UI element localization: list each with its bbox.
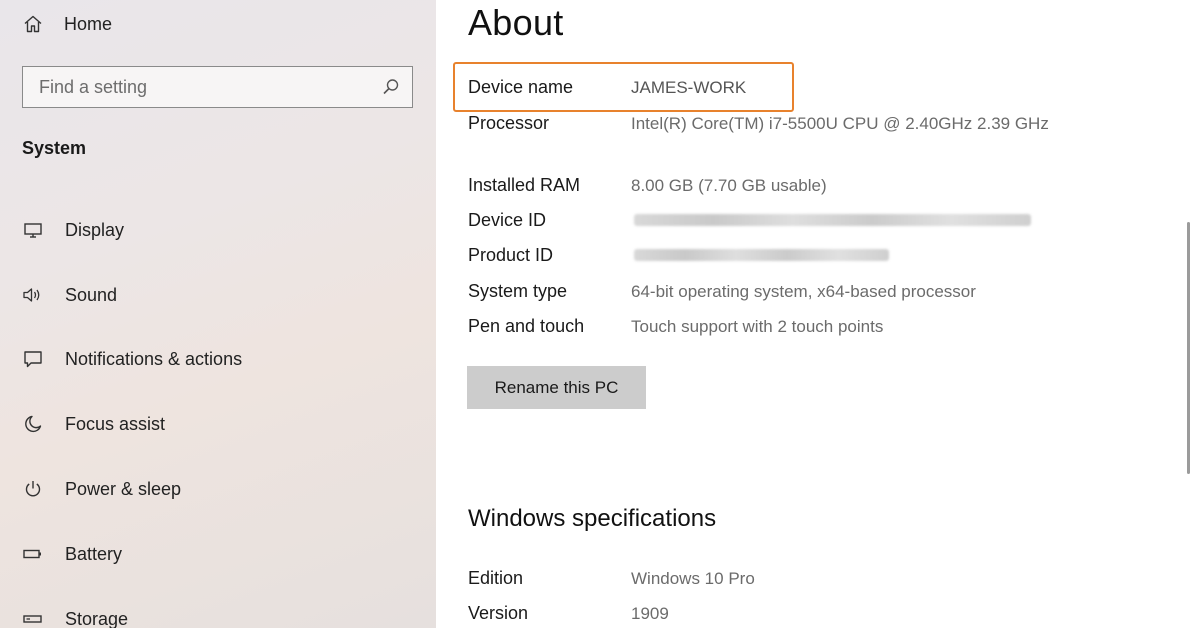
- pen-touch-label: Pen and touch: [468, 316, 585, 336]
- sidebar-item-sound[interactable]: Sound: [22, 280, 117, 310]
- main-content: About Device name JAMES-WORK Processor I…: [436, 0, 1196, 628]
- scrollbar[interactable]: [1187, 222, 1190, 474]
- edition-value: Windows 10 Pro: [631, 569, 755, 588]
- sidebar-item-label: Focus assist: [65, 413, 166, 434]
- moon-icon: [22, 413, 44, 435]
- sidebar-item-label: Notifications & actions: [65, 348, 243, 369]
- search-input[interactable]: Find a setting: [22, 66, 413, 108]
- monitor-icon: [22, 219, 44, 241]
- sidebar-item-label: Power & sleep: [65, 478, 182, 499]
- notification-icon: [22, 348, 44, 370]
- power-icon: [22, 478, 44, 500]
- device-id-label: Device ID: [468, 210, 547, 230]
- sidebar-item-notifications[interactable]: Notifications & actions: [22, 344, 242, 374]
- device-name-label: Device name: [468, 77, 574, 97]
- speaker-icon: [22, 284, 44, 306]
- sidebar-item-battery[interactable]: Battery: [22, 539, 122, 569]
- section-title-system: System: [22, 138, 87, 158]
- windows-specifications-heading: Windows specifications: [468, 505, 717, 532]
- sidebar-item-label: Sound: [65, 284, 118, 305]
- home-label: Home: [64, 13, 113, 34]
- product-id-redacted: [634, 249, 889, 261]
- sidebar-item-storage[interactable]: Storage: [22, 604, 128, 628]
- installed-ram-label: Installed RAM: [468, 175, 581, 195]
- sidebar: Home Find a setting System Display Sound…: [0, 0, 436, 628]
- system-type-value: 64-bit operating system, x64-based proce…: [631, 282, 976, 301]
- edition-label: Edition: [468, 568, 524, 588]
- rename-pc-button[interactable]: Rename this PC: [467, 366, 646, 409]
- search-icon[interactable]: [380, 76, 402, 98]
- version-value: 1909: [631, 604, 669, 623]
- search-placeholder: Find a setting: [39, 76, 148, 97]
- sidebar-item-label: Display: [65, 219, 125, 240]
- sidebar-item-label: Battery: [65, 543, 123, 564]
- device-id-redacted: [634, 214, 1031, 226]
- sidebar-item-focus-assist[interactable]: Focus assist: [22, 409, 165, 439]
- page-title: About: [468, 2, 564, 43]
- processor-label: Processor: [468, 113, 550, 133]
- version-label: Version: [468, 603, 529, 623]
- storage-icon: [22, 608, 44, 628]
- battery-icon: [22, 543, 44, 565]
- system-type-label: System type: [468, 281, 568, 301]
- pen-touch-value: Touch support with 2 touch points: [631, 317, 884, 336]
- sidebar-item-label: Storage: [65, 608, 129, 628]
- home-nav-item[interactable]: Home: [22, 10, 112, 38]
- device-name-value: JAMES-WORK: [631, 78, 747, 97]
- home-icon: [22, 13, 44, 35]
- sidebar-item-display[interactable]: Display: [22, 215, 124, 245]
- processor-value: Intel(R) Core(TM) i7-5500U CPU @ 2.40GHz…: [631, 114, 1049, 133]
- product-id-label: Product ID: [468, 245, 554, 265]
- sidebar-item-power-sleep[interactable]: Power & sleep: [22, 474, 181, 504]
- installed-ram-value: 8.00 GB (7.70 GB usable): [631, 176, 827, 195]
